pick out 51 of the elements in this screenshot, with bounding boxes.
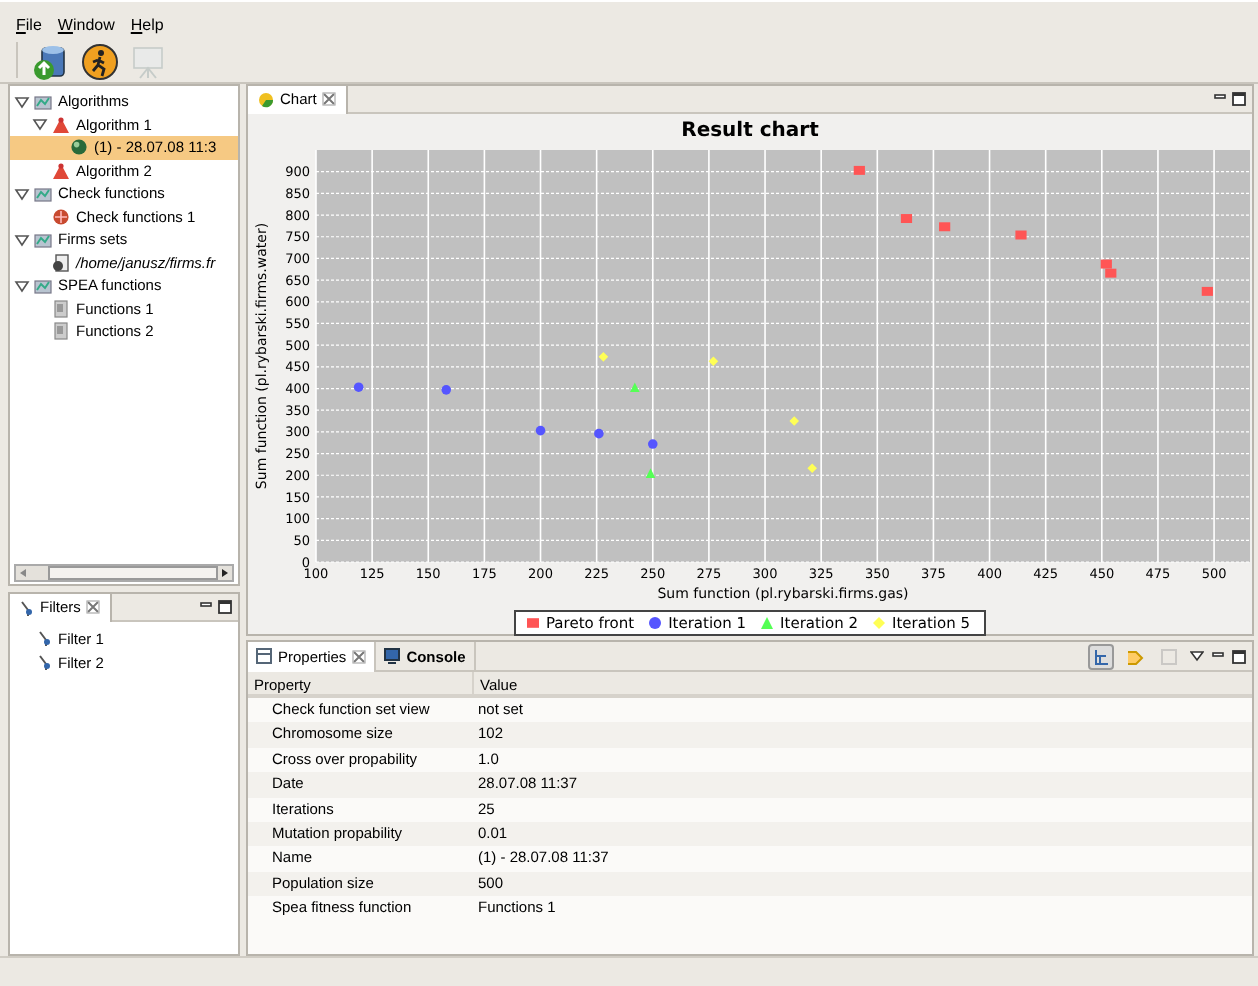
data-point (853, 165, 865, 175)
expander-icon[interactable] (14, 185, 30, 202)
scroll-left-icon (16, 566, 30, 580)
data-point (648, 439, 658, 449)
close-icon[interactable] (322, 92, 337, 106)
minimize-icon[interactable] (200, 600, 212, 612)
table-icon (256, 648, 272, 664)
scroll-right-icon (217, 566, 232, 580)
menu-item[interactable]: Help (122, 14, 172, 36)
data-point (630, 382, 640, 393)
menu-item[interactable]: Window (49, 14, 123, 36)
data-point (598, 352, 609, 362)
ball-icon (52, 207, 70, 226)
minimize-icon[interactable] (1214, 92, 1226, 104)
triangle-icon (52, 115, 70, 134)
data-point (535, 425, 546, 436)
chart-title: Result chart (681, 118, 819, 146)
advanced-icon (1160, 647, 1178, 665)
data-point (441, 385, 451, 395)
categories-icon (1092, 647, 1110, 665)
data-point (1015, 230, 1027, 240)
menu-item[interactable]: File (8, 14, 50, 36)
chart-icon (258, 91, 274, 107)
run-button[interactable] (80, 42, 120, 82)
runner-icon (80, 42, 120, 82)
data-point (900, 214, 913, 223)
data-point (353, 382, 364, 393)
maximize-icon[interactable] (1232, 92, 1246, 106)
horizontal-scrollbar[interactable] (14, 564, 234, 582)
expander-icon[interactable] (14, 277, 30, 294)
expander-icon[interactable] (14, 231, 30, 248)
close-icon[interactable] (86, 600, 101, 614)
maximize-icon[interactable] (218, 600, 232, 614)
data-point (708, 356, 719, 366)
monitor-icon (384, 648, 401, 664)
data-point (1201, 286, 1213, 296)
data-point (807, 463, 817, 474)
triangle-icon (52, 161, 70, 180)
view-menu-icon[interactable] (1190, 650, 1204, 662)
categories-button[interactable] (1088, 643, 1114, 669)
maximize-icon[interactable] (1232, 649, 1246, 663)
easel-icon (128, 42, 168, 82)
data-point (939, 222, 951, 232)
close-icon[interactable] (352, 649, 367, 663)
sphere-icon (70, 138, 88, 157)
data-point (594, 428, 604, 439)
document-icon (52, 253, 70, 272)
data-point (789, 416, 800, 426)
expander-icon[interactable] (14, 93, 30, 110)
expander-icon[interactable] (32, 116, 48, 133)
data-point (645, 468, 656, 478)
